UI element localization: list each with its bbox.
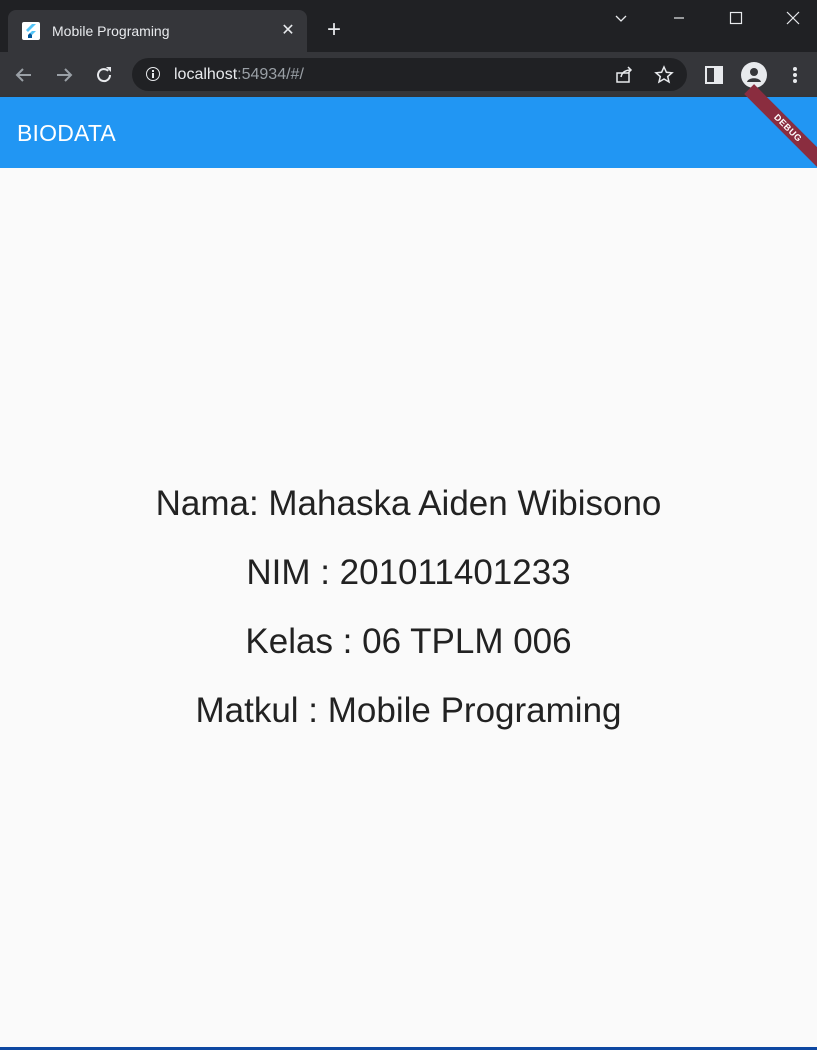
url-path: :54934/#/: [237, 66, 304, 83]
new-tab-button[interactable]: +: [322, 18, 346, 42]
app-bar-title: BIODATA: [17, 120, 116, 146]
more-menu-icon[interactable]: [784, 64, 806, 86]
browser-titlebar: Mobile Programing ✕ +: [0, 0, 817, 52]
close-window-icon[interactable]: [778, 6, 808, 30]
app-bar: BIODATA: [0, 97, 817, 168]
site-info-icon[interactable]: [146, 67, 160, 81]
kelas-text: Kelas : 06 TPLM 006: [245, 622, 572, 661]
tab-title: Mobile Programing: [52, 23, 170, 39]
minimize-icon[interactable]: [664, 6, 694, 30]
forward-arrow-icon[interactable]: [51, 62, 77, 88]
back-arrow-icon[interactable]: [11, 62, 37, 88]
address-bar[interactable]: localhost:54934/#/: [132, 58, 687, 91]
maximize-icon[interactable]: [721, 6, 751, 30]
share-icon[interactable]: [614, 65, 634, 85]
browser-tab[interactable]: Mobile Programing ✕: [8, 10, 307, 52]
tab-search-chevron-icon[interactable]: [606, 6, 636, 30]
tab-close-icon[interactable]: ✕: [279, 22, 297, 40]
side-panel-icon[interactable]: [703, 64, 725, 86]
url-text[interactable]: localhost:54934/#/: [174, 65, 304, 85]
nim-text: NIM : 201011401233: [246, 553, 571, 592]
flutter-favicon-icon: [22, 22, 40, 40]
bookmark-star-icon[interactable]: [654, 65, 674, 85]
matkul-text: Matkul : Mobile Programing: [195, 691, 622, 730]
url-host: localhost: [174, 66, 238, 83]
browser-toolbar: localhost:54934/#/: [0, 52, 817, 97]
reload-icon[interactable]: [91, 62, 117, 88]
nama-text: Nama: Mahaska Aiden Wibisono: [155, 484, 662, 523]
app-body: Nama: Mahaska Aiden Wibisono NIM : 20101…: [0, 168, 817, 1047]
